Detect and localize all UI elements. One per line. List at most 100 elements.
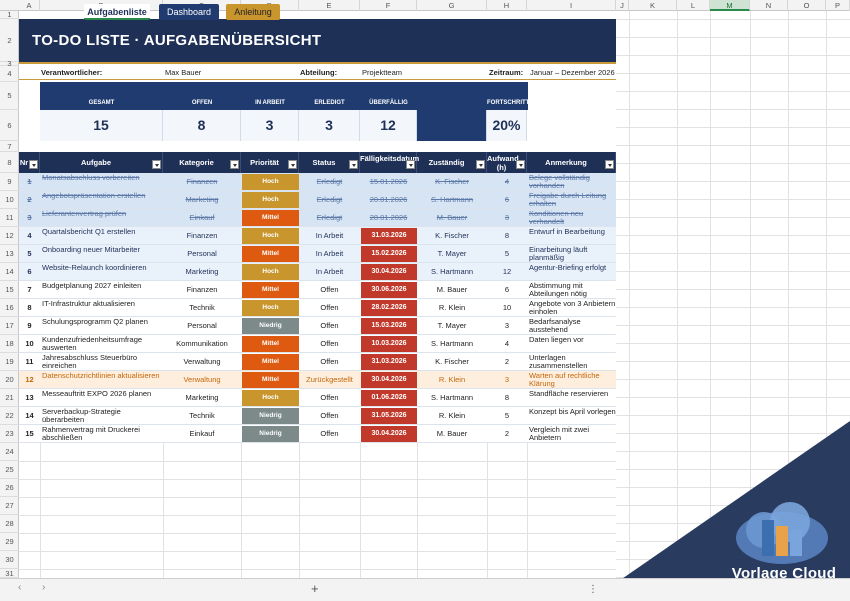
row-header-30[interactable]: 30	[0, 551, 19, 569]
due-date-overdue[interactable]: 01.06.2026	[361, 390, 417, 406]
tab-dashboard[interactable]: Dashboard	[159, 4, 219, 20]
task-note[interactable]: Unterlagen zusammenstellen	[529, 353, 616, 371]
table-row[interactable]: 10 Kundenzufriedenheitsumfrage auswerten K…	[19, 335, 616, 353]
task-status[interactable]: In Arbeit	[299, 263, 360, 281]
filter-dropdown-icon[interactable]	[476, 160, 485, 169]
filter-dropdown-icon[interactable]	[516, 160, 525, 169]
row-header-28[interactable]: 28	[0, 515, 19, 533]
table-row[interactable]: 6 Website-Relaunch koordinieren Marketing H…	[19, 263, 616, 281]
task-status[interactable]: Erledigt	[299, 173, 360, 191]
row-header-23[interactable]: 23	[0, 425, 19, 443]
task-owner[interactable]: S. Hartmann	[417, 191, 487, 209]
task-effort[interactable]: 5	[487, 245, 527, 263]
dept-value[interactable]: Projektteam	[362, 66, 402, 80]
due-date-overdue[interactable]: 30.06.2026	[361, 282, 417, 298]
filter-dropdown-icon[interactable]	[406, 160, 415, 169]
tab-aufgabenliste[interactable]: Aufgabenliste	[84, 4, 150, 20]
due-date-overdue[interactable]: 30.04.2026	[361, 264, 417, 280]
task-owner[interactable]: R. Klein	[417, 407, 487, 425]
task-name[interactable]: Website-Relaunch koordinieren	[42, 263, 162, 281]
task-name[interactable]: Monatsabschluss vorbereiten	[42, 173, 162, 191]
more-options-icon[interactable]: ⋮	[588, 584, 598, 595]
priority-badge[interactable]: Niedrig	[242, 408, 299, 424]
priority-badge[interactable]: Hoch	[242, 264, 299, 280]
task-owner[interactable]: M. Bauer	[417, 281, 487, 299]
task-category[interactable]: Einkauf	[163, 425, 241, 443]
table-row[interactable]: 3 Lieferantenvertrag prüfen Einkauf Mittel E…	[19, 209, 616, 227]
due-date-overdue[interactable]: 31.03.2026	[361, 354, 417, 370]
column-header-i[interactable]: I	[527, 0, 616, 11]
row-header-2[interactable]: 2	[0, 19, 19, 62]
task-effort[interactable]: 6	[487, 191, 527, 209]
column-header-f[interactable]: F	[360, 0, 417, 11]
task-status[interactable]: Erledigt	[299, 191, 360, 209]
task-effort[interactable]: 3	[487, 371, 527, 389]
table-row[interactable]: 14 Serverbackup-Strategie überarbeiten Tec…	[19, 407, 616, 425]
row-header-25[interactable]: 25	[0, 461, 19, 479]
task-note[interactable]: Bedarfsanalyse ausstehend	[529, 317, 616, 335]
priority-badge[interactable]: Hoch	[242, 174, 299, 190]
task-note[interactable]: Abstimmung mit Abteilungen nötig	[529, 281, 616, 299]
due-date-overdue[interactable]: 28.02.2026	[361, 300, 417, 316]
due-date-overdue[interactable]: 31.05.2026	[361, 408, 417, 424]
task-category[interactable]: Personal	[163, 245, 241, 263]
task-status[interactable]: Offen	[299, 389, 360, 407]
row-header-18[interactable]: 18	[0, 335, 19, 353]
column-header-k[interactable]: K	[629, 0, 677, 11]
task-note[interactable]: Konditionen neu verhandelt	[529, 209, 616, 227]
due-date-overdue[interactable]: 10.03.2026	[361, 336, 417, 352]
row-header-13[interactable]: 13	[0, 245, 19, 263]
row-header-8[interactable]: 8	[0, 152, 19, 173]
owner-value[interactable]: Max Bauer	[165, 66, 201, 80]
task-name[interactable]: Serverbackup-Strategie überarbeiten	[42, 407, 162, 425]
row-header-5[interactable]: 5	[0, 82, 19, 110]
task-effort[interactable]: 8	[487, 227, 527, 245]
task-category[interactable]: Verwaltung	[163, 371, 241, 389]
row-header-31[interactable]: 31	[0, 569, 19, 578]
task-status[interactable]: Offen	[299, 281, 360, 299]
period-value[interactable]: Januar – Dezember 2026	[530, 66, 615, 80]
table-row[interactable]: 15 Rahmenvertrag mit Druckerei abschließe…	[19, 425, 616, 443]
task-name[interactable]: Budgetplanung 2027 einleiten	[42, 281, 162, 299]
task-status[interactable]: Erledigt	[299, 209, 360, 227]
task-owner[interactable]: K. Fischer	[417, 227, 487, 245]
priority-badge[interactable]: Hoch	[242, 192, 299, 208]
task-status[interactable]: In Arbeit	[299, 227, 360, 245]
task-name[interactable]: Jahresabschluss Steuerbüro einreichen	[42, 353, 162, 371]
due-date-overdue[interactable]: 15.03.2026	[361, 318, 417, 334]
table-row[interactable]: 8 IT-Infrastruktur aktualisieren Technik Ho…	[19, 299, 616, 317]
task-note[interactable]: Daten liegen vor	[529, 335, 616, 353]
row-header-24[interactable]: 24	[0, 443, 19, 461]
row-header-20[interactable]: 20	[0, 371, 19, 389]
priority-badge[interactable]: Mittel	[242, 246, 299, 262]
row-header-4[interactable]: 4	[0, 66, 19, 82]
column-header-h[interactable]: H	[487, 0, 527, 11]
task-name[interactable]: Datenschutzrichtlinien aktualisieren	[42, 371, 162, 389]
task-owner[interactable]: T. Mayer	[417, 317, 487, 335]
task-status[interactable]: Offen	[299, 299, 360, 317]
row-header-16[interactable]: 16	[0, 299, 19, 317]
task-category[interactable]: Verwaltung	[163, 353, 241, 371]
task-name[interactable]: Angebotspräsentation erstellen	[42, 191, 162, 209]
row-header-7[interactable]: 7	[0, 141, 19, 152]
task-effort[interactable]: 10	[487, 299, 527, 317]
table-row[interactable]: 9 Schulungsprogramm Q2 planen Personal Nied…	[19, 317, 616, 335]
task-effort[interactable]: 4	[487, 335, 527, 353]
filter-dropdown-icon[interactable]	[349, 160, 358, 169]
column-header-e[interactable]: E	[299, 0, 360, 11]
filter-dropdown-icon[interactable]	[152, 160, 161, 169]
row-header-10[interactable]: 10	[0, 191, 19, 209]
task-category[interactable]: Marketing	[163, 389, 241, 407]
priority-badge[interactable]: Mittel	[242, 336, 299, 352]
task-note[interactable]: Standfläche reservieren	[529, 389, 616, 407]
task-effort[interactable]: 4	[487, 173, 527, 191]
row-header-22[interactable]: 22	[0, 407, 19, 425]
task-owner[interactable]: M. Bauer	[417, 425, 487, 443]
column-header-p[interactable]: P	[826, 0, 850, 11]
task-name[interactable]: Quartalsbericht Q1 erstellen	[42, 227, 162, 245]
task-status[interactable]: In Arbeit	[299, 245, 360, 263]
task-note[interactable]: Angebote von 3 Anbietern einholen	[529, 299, 616, 317]
row-header-9[interactable]: 9	[0, 173, 19, 191]
nav-left-icon[interactable]: ‹	[18, 582, 21, 593]
task-category[interactable]: Marketing	[163, 263, 241, 281]
